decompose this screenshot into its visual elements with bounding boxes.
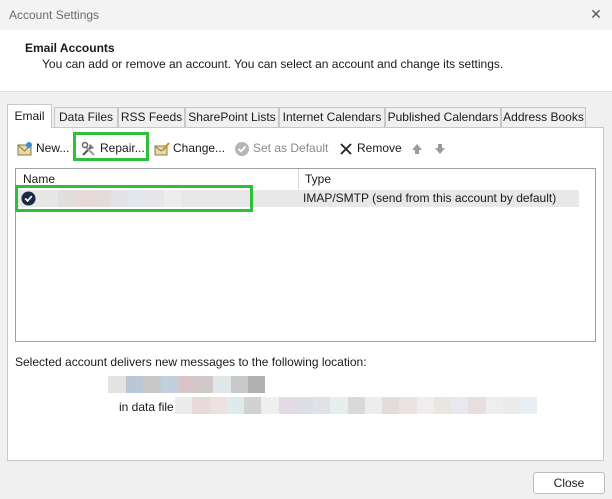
checkmark-circle-icon	[235, 141, 249, 156]
account-highlight	[15, 185, 253, 212]
delivery-label: Selected account delivers new messages t…	[15, 355, 367, 369]
move-down-button[interactable]	[432, 137, 451, 159]
new-button-label: New...	[36, 141, 70, 155]
arrow-down-icon	[435, 143, 445, 154]
tab-data-files[interactable]: Data Files	[54, 107, 118, 127]
set-as-default-label: Set as Default	[253, 141, 329, 155]
close-icon[interactable]: ✕	[588, 6, 604, 22]
close-button[interactable]: Close	[533, 472, 605, 494]
tab-published-calendars[interactable]: Published Calendars	[385, 107, 501, 127]
set-as-default-button[interactable]: Set as Default	[234, 137, 328, 159]
remove-x-icon	[340, 143, 352, 155]
window-title: Account Settings	[9, 8, 100, 22]
remove-button[interactable]: Remove	[338, 137, 402, 159]
delivery-location-redacted	[108, 376, 265, 393]
tab-address-books[interactable]: Address Books	[501, 107, 586, 127]
header: Email Accounts You can add or remove an …	[0, 30, 612, 92]
account-type: IMAP/SMTP (send from this account by def…	[303, 191, 557, 205]
change-account-icon	[154, 142, 170, 156]
change-button-label: Change...	[173, 141, 226, 155]
remove-button-label: Remove	[357, 141, 402, 155]
tab-internet-calendars[interactable]: Internet Calendars	[279, 107, 385, 127]
tab-sharepoint-lists[interactable]: SharePoint Lists	[185, 107, 279, 127]
in-data-file-label: in data file	[119, 400, 174, 414]
move-up-button[interactable]	[409, 137, 428, 159]
new-button[interactable]: New...	[17, 137, 69, 159]
new-account-icon	[17, 141, 32, 156]
title-bar: Account Settings ✕	[0, 0, 612, 30]
header-title: Email Accounts	[25, 41, 115, 55]
arrow-up-icon	[412, 143, 422, 154]
tab-rss-feeds[interactable]: RSS Feeds	[118, 107, 185, 127]
data-file-path-redacted	[175, 397, 537, 414]
tab-email[interactable]: Email	[7, 104, 52, 128]
header-description: You can add or remove an account. You ca…	[42, 57, 504, 71]
change-button[interactable]: Change...	[154, 137, 225, 159]
column-header-type[interactable]: Type	[298, 169, 595, 189]
repair-highlight	[73, 132, 149, 161]
